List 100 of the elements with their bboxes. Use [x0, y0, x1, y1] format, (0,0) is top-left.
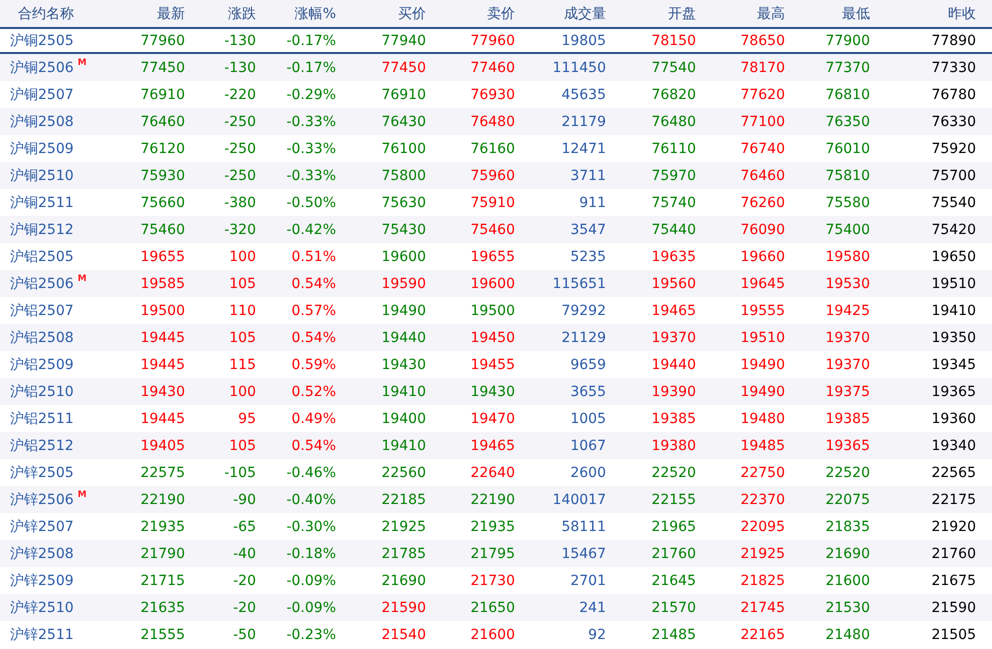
table-cell-text: 1005: [569, 410, 606, 426]
table-cell-text: -250: [223, 114, 256, 130]
table-cell-text: 19365: [930, 384, 976, 400]
contract-name: 沪锌2510: [10, 598, 74, 616]
table-cell-text: 100: [228, 248, 256, 264]
contract-name: 沪铜2509: [10, 140, 74, 158]
table-cell-text: 19655: [139, 248, 185, 264]
table-cell-text: 77960: [139, 32, 185, 48]
column-header[interactable]: 昨收: [870, 4, 976, 22]
column-header[interactable]: 买价: [336, 4, 426, 22]
table-cell-text: 21920: [930, 518, 976, 534]
table-cell-text: 75800: [380, 168, 426, 184]
table-cell-text: 105: [228, 330, 256, 346]
column-header[interactable]: 开盘: [606, 4, 696, 22]
table-cell-text: 2701: [569, 572, 606, 588]
table-cell-text: 45635: [560, 86, 606, 102]
contract-name: 沪锌2511: [10, 626, 74, 644]
table-cell-text: -0.46%: [285, 464, 336, 480]
table-cell-text: 76090: [739, 222, 785, 238]
contract-name: 沪锌2507: [10, 518, 74, 536]
table-cell-text: 76120: [139, 140, 185, 156]
main-contract-marker: M: [78, 490, 87, 500]
table-cell-text: 75960: [469, 168, 515, 184]
table-row[interactable]: 沪铜2512 75460 -320 -0.42% 75430 75460 3547 75440 76090 75400 75420: [0, 216, 992, 243]
table-cell-text: -0.17%: [285, 60, 336, 76]
table-row[interactable]: 沪锌2506 M 22190 -90 -0.40% 22185 22190 140017 22155 22370 22075 22175: [0, 486, 992, 513]
table-cell-text: 22190: [139, 492, 185, 508]
table-cell-text: 21530: [824, 600, 870, 616]
table-cell-text: 76910: [380, 86, 426, 102]
table-cell-text: -0.09%: [285, 572, 336, 588]
table-row[interactable]: 沪铝2506 M 19585 105 0.54% 19590 19600 115651 19560 19645 19530 19510: [0, 270, 992, 297]
table-cell-text: 19445: [139, 410, 185, 426]
table-cell-text: 19400: [380, 410, 426, 426]
table-cell-text: 21179: [560, 114, 606, 130]
column-header[interactable]: 最高: [696, 4, 785, 22]
table-cell-text: 19465: [650, 302, 696, 318]
column-header[interactable]: 成交量: [515, 4, 606, 22]
column-header[interactable]: 涨幅%: [256, 4, 336, 22]
table-row[interactable]: 沪铜2505 77960 -130 -0.17% 77940 77960 19805 78150 78650 77900 77890: [0, 27, 992, 54]
table-cell-text: -250: [223, 140, 256, 156]
table-cell-text: 19385: [650, 410, 696, 426]
table-cell-text: 21690: [380, 572, 426, 588]
column-header[interactable]: 最低: [785, 4, 870, 22]
table-cell-text: 19450: [469, 330, 515, 346]
contract-name: 沪铝2508: [10, 328, 74, 346]
contract-name: 沪锌2508: [10, 544, 74, 562]
table-cell-text: 76480: [469, 114, 515, 130]
table-cell-text: -0.30%: [285, 518, 336, 534]
table-cell-text: 19410: [930, 302, 976, 318]
table-cell-text: 19385: [824, 410, 870, 426]
table-cell-text: 19655: [469, 248, 515, 264]
table-row[interactable]: 沪铝2508 19445 105 0.54% 19440 19450 21129 19370 19510 19370 19350: [0, 324, 992, 351]
table-cell-text: 76110: [650, 140, 696, 156]
table-cell-text: 21570: [650, 600, 696, 616]
table-cell-text: 78650: [739, 32, 785, 48]
table-row[interactable]: 沪铜2506 M 77450 -130 -0.17% 77450 77460 111450 77540 78170 77370 77330: [0, 54, 992, 81]
table-cell-text: -0.40%: [285, 492, 336, 508]
table-row[interactable]: 沪铝2510 19430 100 0.52% 19410 19430 3655 19390 19490 19375 19365: [0, 378, 992, 405]
table-cell-text: 76160: [469, 140, 515, 156]
table-row[interactable]: 沪铝2512 19405 105 0.54% 19410 19465 1067 19380 19485 19365 19340: [0, 432, 992, 459]
table-cell-text: 19530: [824, 276, 870, 292]
table-cell-text: 21590: [930, 600, 976, 616]
table-row[interactable]: 沪铜2510 75930 -250 -0.33% 75800 75960 3711 75970 76460 75810 75700: [0, 162, 992, 189]
column-header[interactable]: 合约名称: [0, 4, 110, 22]
table-row[interactable]: 沪锌2510 21635 -20 -0.09% 21590 21650 241 21570 21745 21530 21590: [0, 594, 992, 621]
table-cell-text: 21129: [560, 330, 606, 346]
table-cell-text: -0.50%: [285, 194, 336, 210]
table-cell-text: -20: [232, 572, 256, 588]
column-header[interactable]: 最新: [110, 4, 185, 22]
table-cell-text: 105: [228, 438, 256, 454]
table-cell-text: 21555: [139, 626, 185, 642]
table-cell-text: 19805: [560, 32, 606, 48]
table-cell-text: 19490: [739, 384, 785, 400]
table-cell-text: 21690: [824, 546, 870, 562]
table-cell-text: 19430: [469, 384, 515, 400]
table-cell-text: 75400: [824, 222, 870, 238]
table-cell-text: 76780: [930, 86, 976, 102]
table-cell-text: 19600: [380, 248, 426, 264]
table-cell-text: 75430: [380, 222, 426, 238]
table-cell-text: 111450: [552, 60, 606, 76]
table-cell-text: 77370: [824, 60, 870, 76]
table-cell-text: 19500: [139, 302, 185, 318]
table-cell-text: 19555: [739, 302, 785, 318]
table-row[interactable]: 沪铜2508 76460 -250 -0.33% 76430 76480 21179 76480 77100 76350 76330: [0, 108, 992, 135]
table-cell-text: 105: [228, 276, 256, 292]
table-cell-text: 19430: [139, 384, 185, 400]
table-cell-text: 19480: [739, 410, 785, 426]
table-cell-text: 21935: [469, 518, 515, 534]
table-cell-text: 21505: [930, 626, 976, 642]
table-cell-text: -130: [223, 60, 256, 76]
table-cell-text: 19370: [824, 330, 870, 346]
table-cell-text: 77460: [469, 60, 515, 76]
table-cell-text: 19500: [469, 302, 515, 318]
column-header[interactable]: 涨跌: [185, 4, 256, 22]
column-header[interactable]: 卖价: [426, 4, 515, 22]
table-row[interactable]: 沪锌2508 21790 -40 -0.18% 21785 21795 15467 21760 21925 21690 21760: [0, 540, 992, 567]
table-cell-text: 15467: [560, 546, 606, 562]
table-cell-text: -90: [232, 492, 256, 508]
table-cell-text: 5235: [569, 248, 606, 264]
table-cell-text: 21785: [380, 546, 426, 562]
